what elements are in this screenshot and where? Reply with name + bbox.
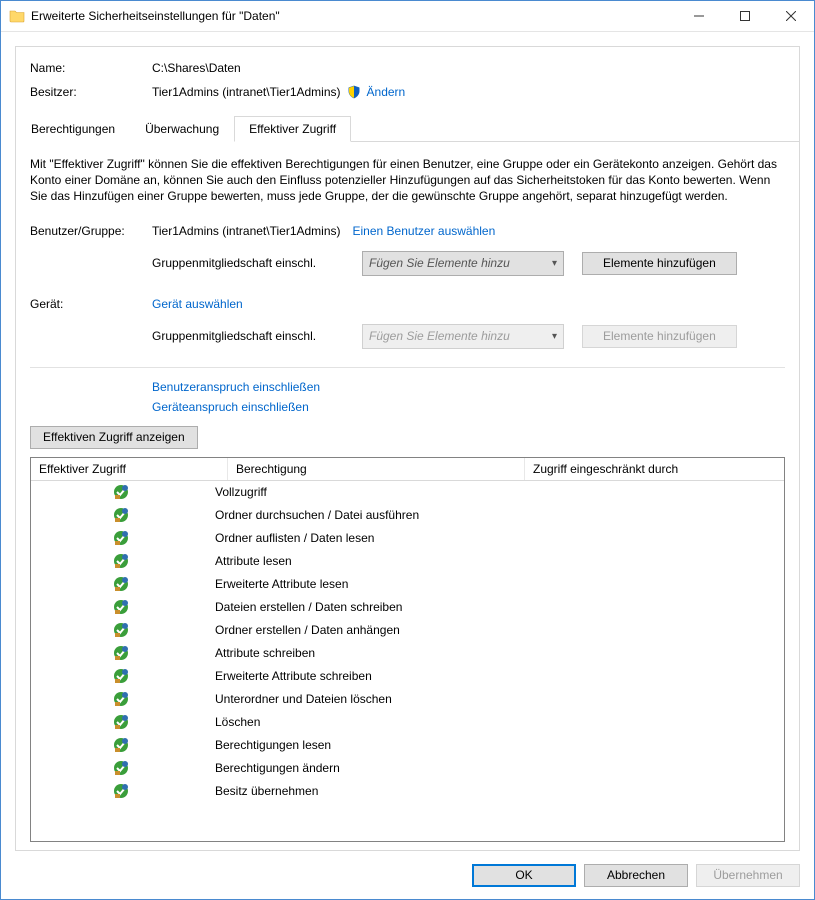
user-membership-row: Gruppenmitgliedschaft einschl. Fügen Sie… <box>30 251 785 276</box>
allowed-icon <box>31 645 211 661</box>
permission-cell: Vollzugriff <box>211 485 495 499</box>
close-button[interactable] <box>768 1 814 31</box>
shield-icon <box>347 85 361 99</box>
device-membership-combo: Fügen Sie Elemente hinzu ▾ <box>362 324 564 349</box>
minimize-button[interactable] <box>676 1 722 31</box>
allowed-icon <box>31 691 211 707</box>
allowed-icon <box>31 530 211 546</box>
folder-icon <box>9 8 25 24</box>
divider <box>30 367 785 368</box>
allowed-icon <box>31 599 211 615</box>
chevron-down-icon: ▾ <box>552 331 557 342</box>
table-row[interactable]: Berechtigungen lesen <box>31 734 784 757</box>
table-row[interactable]: Löschen <box>31 711 784 734</box>
allowed-icon <box>31 576 211 592</box>
table-row[interactable]: Erweiterte Attribute schreiben <box>31 665 784 688</box>
table-row[interactable]: Attribute lesen <box>31 550 784 573</box>
device-membership-row: Gruppenmitgliedschaft einschl. Fügen Sie… <box>30 324 785 349</box>
ok-button[interactable]: OK <box>472 864 576 887</box>
allowed-icon <box>31 760 211 776</box>
name-row: Name: C:\Shares\Daten <box>30 61 785 75</box>
permission-cell: Erweiterte Attribute schreiben <box>211 669 495 683</box>
maximize-button[interactable] <box>722 1 768 31</box>
main-panel: Name: C:\Shares\Daten Besitzer: Tier1Adm… <box>15 46 800 851</box>
user-membership-placeholder: Fügen Sie Elemente hinzu <box>369 256 510 270</box>
allowed-icon <box>31 622 211 638</box>
dialog-footer: OK Abbrechen Übernehmen <box>1 851 814 899</box>
name-value: C:\Shares\Daten <box>152 61 241 75</box>
include-device-claim-link[interactable]: Geräteanspruch einschließen <box>152 400 309 414</box>
cancel-button[interactable]: Abbrechen <box>584 864 688 887</box>
table-row[interactable]: Ordner auflisten / Daten lesen <box>31 527 784 550</box>
col-limited-by[interactable]: Zugriff eingeschränkt durch <box>525 458 784 480</box>
user-add-elements-button[interactable]: Elemente hinzufügen <box>582 252 737 275</box>
description-text: Mit "Effektiver Zugriff" können Sie die … <box>30 156 785 205</box>
table-row[interactable]: Unterordner und Dateien löschen <box>31 688 784 711</box>
permission-cell: Ordner erstellen / Daten anhängen <box>211 623 495 637</box>
device-label: Gerät: <box>30 297 152 311</box>
permission-cell: Ordner durchsuchen / Datei ausführen <box>211 508 495 522</box>
device-add-elements-button: Elemente hinzufügen <box>582 325 737 348</box>
table-row[interactable]: Erweiterte Attribute lesen <box>31 573 784 596</box>
allowed-icon <box>31 714 211 730</box>
owner-label: Besitzer: <box>30 85 152 99</box>
table-row[interactable]: Attribute schreiben <box>31 642 784 665</box>
table-row[interactable]: Ordner erstellen / Daten anhängen <box>31 619 784 642</box>
select-device-link[interactable]: Gerät auswählen <box>152 297 243 311</box>
chevron-down-icon: ▾ <box>552 258 557 269</box>
tab-permissions[interactable]: Berechtigungen <box>16 116 130 142</box>
apply-button: Übernehmen <box>696 864 800 887</box>
table-row[interactable]: Ordner durchsuchen / Datei ausführen <box>31 504 784 527</box>
permission-cell: Ordner auflisten / Daten lesen <box>211 531 495 545</box>
tab-bar: Berechtigungen Überwachung Effektiver Zu… <box>16 115 799 142</box>
device-row: Gerät: Gerät auswählen <box>30 292 785 316</box>
allowed-icon <box>31 737 211 753</box>
permission-cell: Attribute schreiben <box>211 646 495 660</box>
permission-cell: Besitz übernehmen <box>211 784 495 798</box>
col-effective-access[interactable]: Effektiver Zugriff <box>31 458 228 480</box>
user-group-value: Tier1Admins (intranet\Tier1Admins) <box>152 224 341 238</box>
permissions-table: Effektiver Zugriff Berechtigung Zugriff … <box>30 457 785 842</box>
include-user-claim-link[interactable]: Benutzeranspruch einschließen <box>152 380 320 394</box>
window-title: Erweiterte Sicherheitseinstellungen für … <box>31 9 676 23</box>
allowed-icon <box>31 507 211 523</box>
permission-cell: Löschen <box>211 715 495 729</box>
allowed-icon <box>31 668 211 684</box>
allowed-icon <box>31 484 211 500</box>
allowed-icon <box>31 783 211 799</box>
change-owner-link[interactable]: Ändern <box>367 85 406 99</box>
permission-cell: Dateien erstellen / Daten schreiben <box>211 600 495 614</box>
user-group-label: Benutzer/Gruppe: <box>30 224 152 238</box>
permission-cell: Attribute lesen <box>211 554 495 568</box>
table-row[interactable]: Besitz übernehmen <box>31 780 784 803</box>
owner-value: Tier1Admins (intranet\Tier1Admins) <box>152 85 341 99</box>
allowed-icon <box>31 553 211 569</box>
user-group-row: Benutzer/Gruppe: Tier1Admins (intranet\T… <box>30 219 785 243</box>
table-row[interactable]: Berechtigungen ändern <box>31 757 784 780</box>
titlebar: Erweiterte Sicherheitseinstellungen für … <box>1 1 814 32</box>
view-effective-access-button[interactable]: Effektiven Zugriff anzeigen <box>30 426 198 449</box>
permission-cell: Erweiterte Attribute lesen <box>211 577 495 591</box>
device-membership-label: Gruppenmitgliedschaft einschl. <box>152 329 362 343</box>
tab-auditing[interactable]: Überwachung <box>130 116 234 142</box>
table-body[interactable]: Vollzugriff Ordner durchsuchen / Datei au… <box>31 481 784 841</box>
col-permission[interactable]: Berechtigung <box>228 458 525 480</box>
table-header: Effektiver Zugriff Berechtigung Zugriff … <box>31 458 784 481</box>
table-row[interactable]: Vollzugriff <box>31 481 784 504</box>
permission-cell: Berechtigungen ändern <box>211 761 495 775</box>
permission-cell: Unterordner und Dateien löschen <box>211 692 495 706</box>
owner-row: Besitzer: Tier1Admins (intranet\Tier1Adm… <box>30 85 785 99</box>
advanced-security-window: Erweiterte Sicherheitseinstellungen für … <box>0 0 815 900</box>
tab-effective-access[interactable]: Effektiver Zugriff <box>234 116 351 142</box>
name-label: Name: <box>30 61 152 75</box>
user-membership-label: Gruppenmitgliedschaft einschl. <box>152 256 362 270</box>
permission-cell: Berechtigungen lesen <box>211 738 495 752</box>
user-membership-combo[interactable]: Fügen Sie Elemente hinzu ▾ <box>362 251 564 276</box>
table-row[interactable]: Dateien erstellen / Daten schreiben <box>31 596 784 619</box>
device-membership-placeholder: Fügen Sie Elemente hinzu <box>369 329 510 343</box>
select-user-link[interactable]: Einen Benutzer auswählen <box>353 224 496 238</box>
